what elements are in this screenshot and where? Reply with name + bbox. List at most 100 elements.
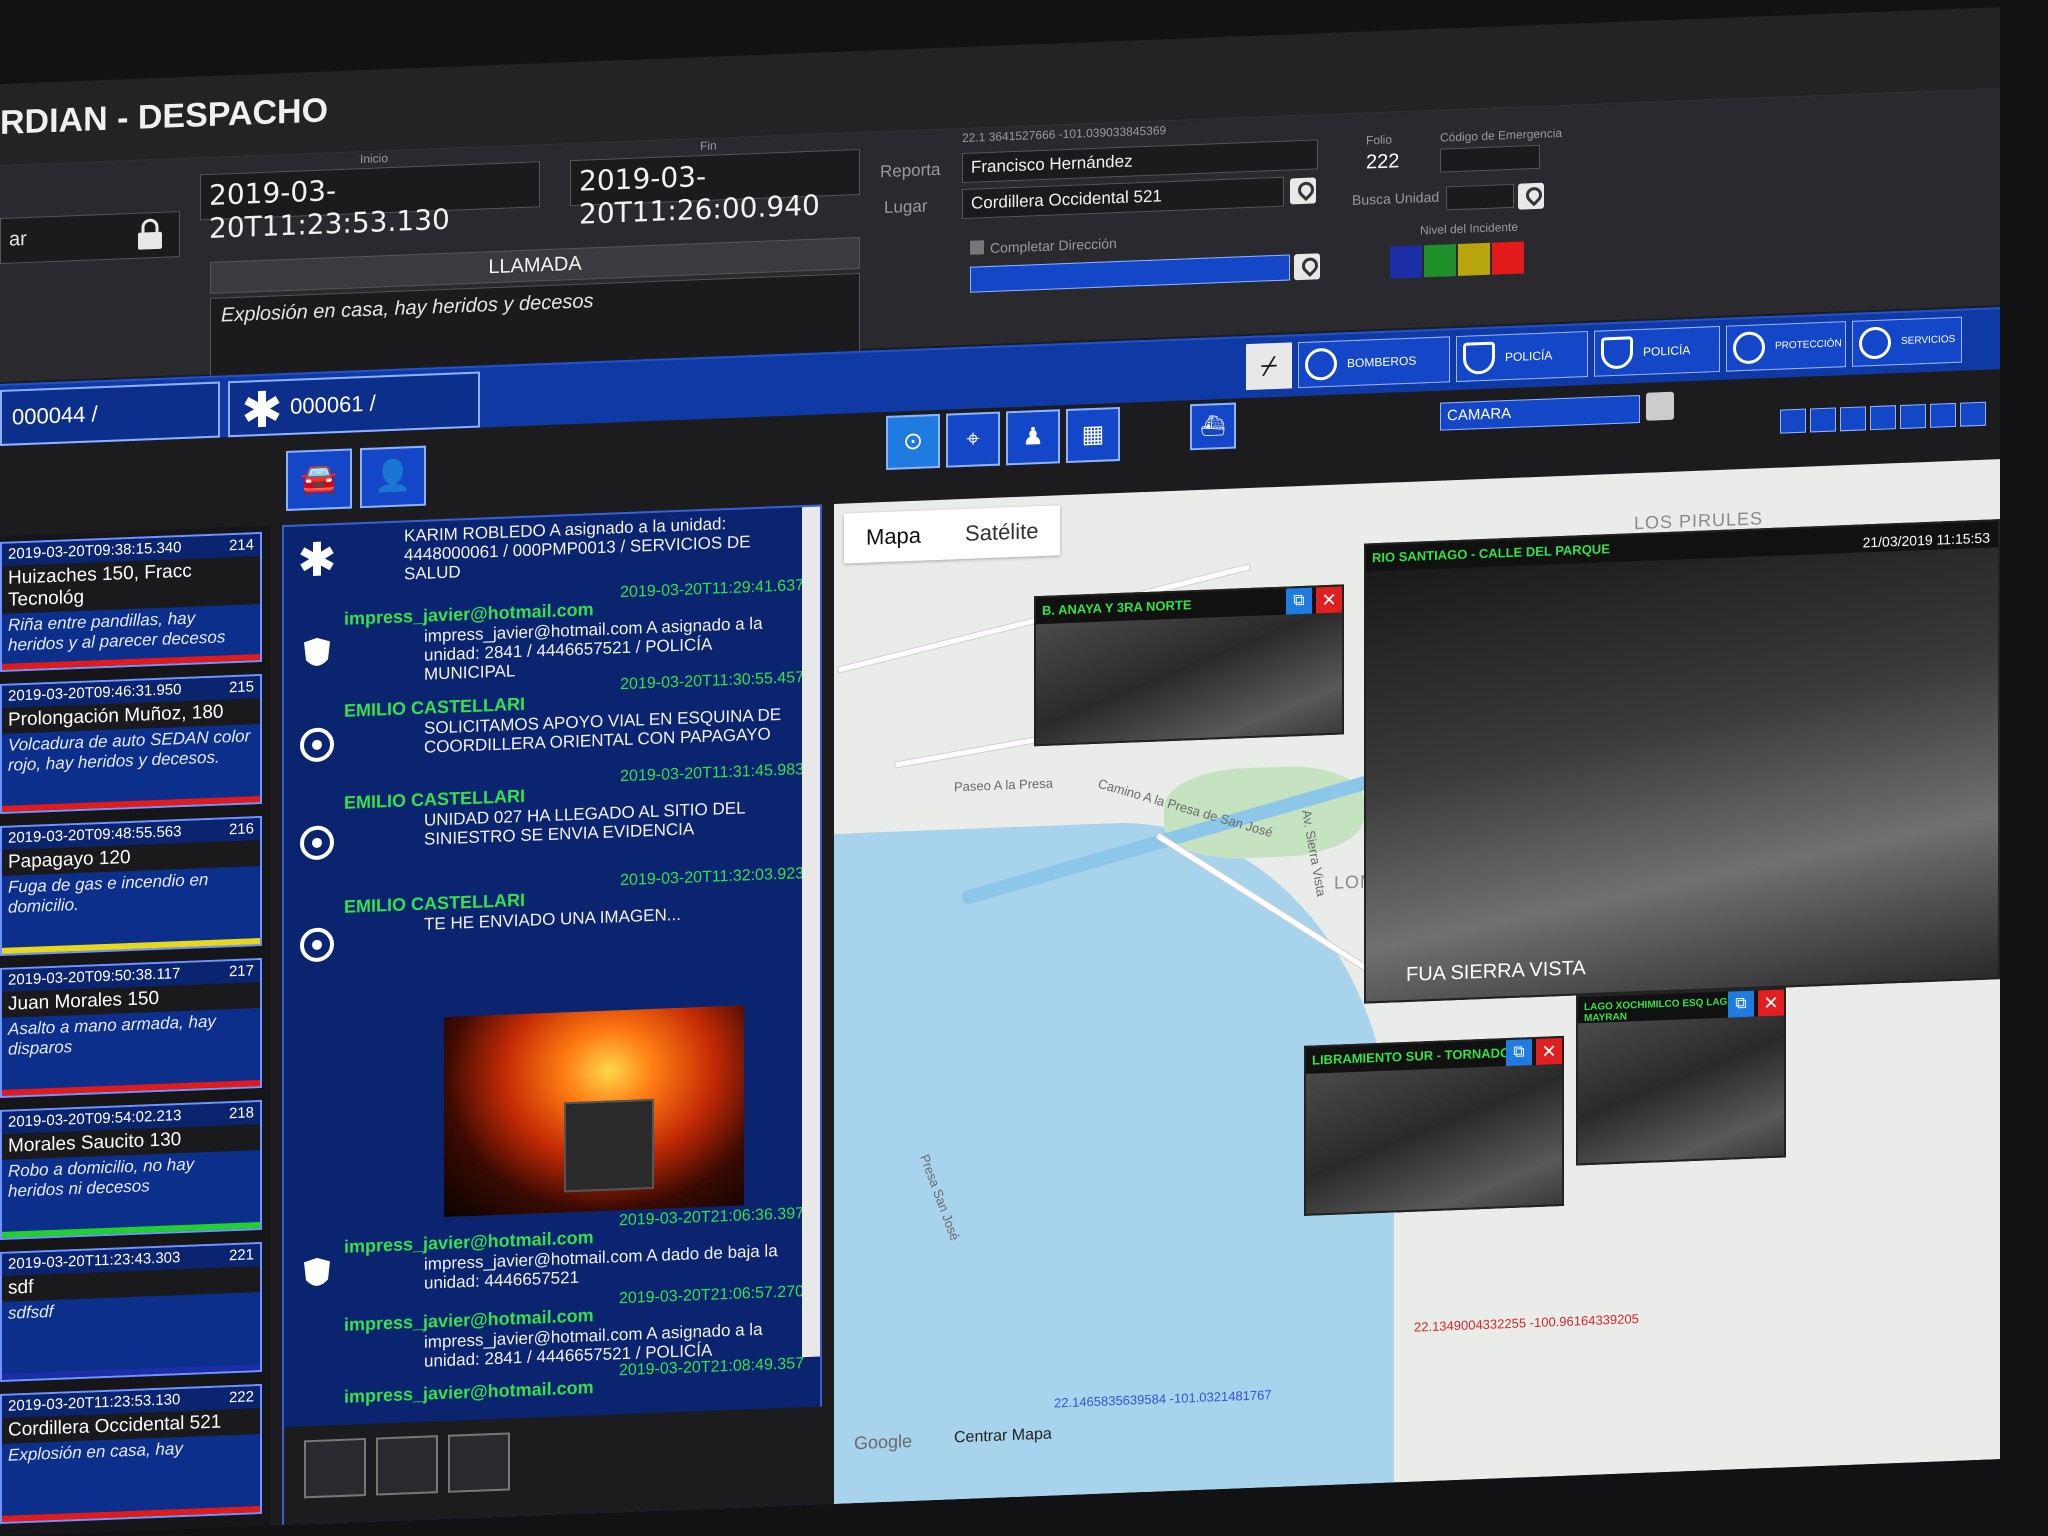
firefighter-icon (298, 725, 336, 764)
agency-policia-vial-button[interactable]: POLICÍA VIAL (1594, 325, 1720, 403)
tab-satelite[interactable]: Satélite (943, 505, 1060, 560)
log-body: KARIM ROBLEDO A asignado a la unidad: 44… (404, 514, 751, 584)
video-play-icon[interactable] (376, 1435, 438, 1496)
unit-tab-2[interactable]: 000061 / 000PMP0013 (228, 371, 480, 473)
address-pin-icon[interactable] (1294, 253, 1320, 281)
log-attach-toolbar (284, 1406, 824, 1528)
reporta-label: Reporta (880, 159, 941, 182)
popout-icon[interactable]: ⧉ (1728, 990, 1754, 1018)
clear-broom-button[interactable]: ⌿ (1246, 342, 1292, 391)
vehicle-search-icon[interactable]: ⊙ (886, 413, 940, 470)
folio-value: 222 (1366, 150, 1400, 174)
incident-level-stripe (2, 796, 260, 812)
close-icon[interactable]: ✕ (1758, 989, 1784, 1017)
agency-proteccion-civil-button[interactable]: PROTECCIÓN CIVIL (MUNICIPAL) (1726, 321, 1846, 440)
busca-unidad-field[interactable] (1446, 183, 1514, 211)
lugar-field[interactable]: Cordillera Occidental 521 (962, 176, 1284, 220)
firefighter-icon (298, 925, 336, 964)
inicio-field[interactable]: 2019-03-20T11:23:53.130 (200, 161, 540, 245)
police-badge-icon (298, 1255, 336, 1294)
camera-settings-icon[interactable] (1646, 391, 1674, 421)
map-coords-red: 22.1349004332255 -100.96164339205 (1414, 1311, 1639, 1335)
event-log-panel: KARIM ROBLEDO A asignado a la unidad: 44… (282, 504, 824, 1528)
busca-unidad-label: Busca Unidad (1352, 188, 1440, 209)
incident-text: Robo a domicilio, no hay heridos ni dece… (8, 1154, 195, 1201)
log-entry: 2019-03-20T21:06:36.397 impress_javier@h… (344, 1205, 804, 1296)
close-icon[interactable]: ✕ (1316, 586, 1342, 614)
tab-mapa[interactable]: Mapa (844, 510, 943, 564)
agency-bomberos-button[interactable]: BOMBEROS (1298, 336, 1450, 389)
map-tool-pin-icon[interactable] (1780, 408, 1806, 434)
center-map-button[interactable]: Centrar Mapa (954, 1426, 1052, 1448)
level-low-swatch[interactable] (1390, 245, 1422, 279)
codigo-field[interactable] (1440, 144, 1540, 173)
popout-icon[interactable]: ⧉ (1286, 587, 1312, 615)
boat-icon[interactable]: ⛴ (1190, 402, 1236, 451)
incident-card[interactable]: 2019-03-20T11:23:53.130 222 Cordillera Oc… (0, 1383, 262, 1524)
event-log-list[interactable]: KARIM ROBLEDO A asignado a la unidad: 44… (284, 507, 804, 1377)
incident-card[interactable]: 2019-03-20T11:23:43.303 221 sdf sdfsdf (0, 1241, 262, 1382)
map-panel[interactable]: Mapa Satélite Paseo A la Presa LOMAS 4TA… (834, 459, 2000, 1504)
officer-icon[interactable]: ♟ (1006, 409, 1060, 466)
incident-list[interactable]: 2019-03-20T09:38:15.340 214 Huizaches 150… (0, 525, 270, 1536)
map-tool-circle-icon[interactable] (1810, 407, 1836, 433)
map-tool-edit-icon[interactable] (1930, 402, 1956, 428)
camera-select[interactable]: CAMARA (1440, 394, 1640, 431)
incident-level-stripe (2, 1222, 260, 1238)
camera-feed (1306, 1063, 1562, 1214)
agency-servicios-salud-button[interactable]: SERVICIOS DE SALUD (1852, 316, 1962, 391)
folio-label: Folio (1366, 132, 1393, 148)
codigo-label: Código de Emergencia (1440, 125, 1563, 145)
fin-field[interactable]: 2019-03-20T11:26:00.940 (570, 148, 860, 231)
incident-level-stripe (2, 938, 260, 954)
log-scrollbar[interactable] (802, 506, 820, 1358)
map-tool-edit-icon[interactable] (1960, 401, 1986, 427)
incident-number: 217 (228, 962, 254, 981)
address-complete-input[interactable] (970, 254, 1290, 293)
incident-number: 216 (228, 820, 254, 839)
camera-window[interactable]: LAGO XOCHIMILCO ESQ LAGUNA MAYRAN ⧉ ✕ (1576, 987, 1786, 1166)
camera-feed (1366, 547, 1998, 1002)
person-icon[interactable]: 👤 (360, 445, 426, 509)
fin-label: Fin (700, 138, 717, 154)
unit-tab-1[interactable]: 000044 / 000ZP20027 (0, 381, 220, 482)
incident-card[interactable]: 2019-03-20T09:50:38.117 217 Juan Morales … (0, 957, 262, 1098)
incident-number: 222 (228, 1388, 254, 1407)
incident-level-stripe (2, 1364, 260, 1380)
incident-card[interactable]: 2019-03-20T09:38:15.340 214 Huizaches 150… (0, 531, 262, 672)
level-medium-swatch[interactable] (1424, 244, 1456, 278)
completar-checkbox[interactable] (970, 240, 984, 255)
map-tool-shape-icon[interactable] (1900, 404, 1926, 430)
camera-window[interactable]: B. ANAYA Y 3RA NORTE ⧉ ✕ (1034, 584, 1344, 747)
image-upload-icon[interactable] (304, 1437, 366, 1499)
incident-card[interactable]: 2019-03-20T09:48:55.563 216 Papagayo 120 … (0, 815, 262, 956)
camera-window[interactable]: LIBRAMIENTO SUR - TORNADO ⧉ ✕ (1304, 1035, 1564, 1216)
camera-window-main[interactable]: RIO SANTIAGO - CALLE DEL PARQUE 21/03/20… (1364, 519, 2000, 1004)
incident-number: 215 (228, 678, 254, 697)
agency-label: BOMBEROS (1347, 353, 1417, 371)
incident-text: Asalto a mano armada, hay disparos (8, 1011, 216, 1059)
locate-pin-icon[interactable] (1290, 177, 1316, 205)
incident-card[interactable]: 2019-03-20T09:54:02.213 218 Morales Sauci… (0, 1099, 262, 1240)
incident-level-stripe (2, 1506, 260, 1522)
incident-card[interactable]: 2019-03-20T09:46:31.950 215 Prolongación … (0, 673, 262, 814)
star-of-life-icon (1859, 326, 1891, 360)
camera-feed (1578, 1015, 1784, 1164)
close-icon[interactable]: ✕ (1536, 1037, 1562, 1065)
map-label: Paseo A la Presa (954, 775, 1054, 795)
popout-icon[interactable]: ⧉ (1506, 1039, 1532, 1067)
level-high-swatch[interactable] (1458, 242, 1490, 276)
camera-capture-icon[interactable] (448, 1432, 510, 1493)
map-tool-shape-icon[interactable] (1870, 405, 1896, 431)
level-critical-swatch[interactable] (1492, 241, 1524, 275)
map-icon[interactable]: ▦ (1066, 406, 1120, 464)
agency-policia-municipal-button[interactable]: POLICÍA MUNICIPAL (1456, 330, 1588, 408)
incident-number: 214 (228, 536, 254, 555)
map-pin-icon[interactable]: ⌖ (946, 411, 1000, 468)
busca-unidad-pin-icon[interactable] (1518, 182, 1544, 210)
lock-icon[interactable] (135, 218, 165, 251)
car-icon[interactable]: 🚘 (286, 448, 352, 512)
map-tool-circle-icon[interactable] (1840, 406, 1866, 432)
fire-evidence-image[interactable] (444, 1005, 744, 1217)
incident-number: 218 (228, 1104, 254, 1123)
